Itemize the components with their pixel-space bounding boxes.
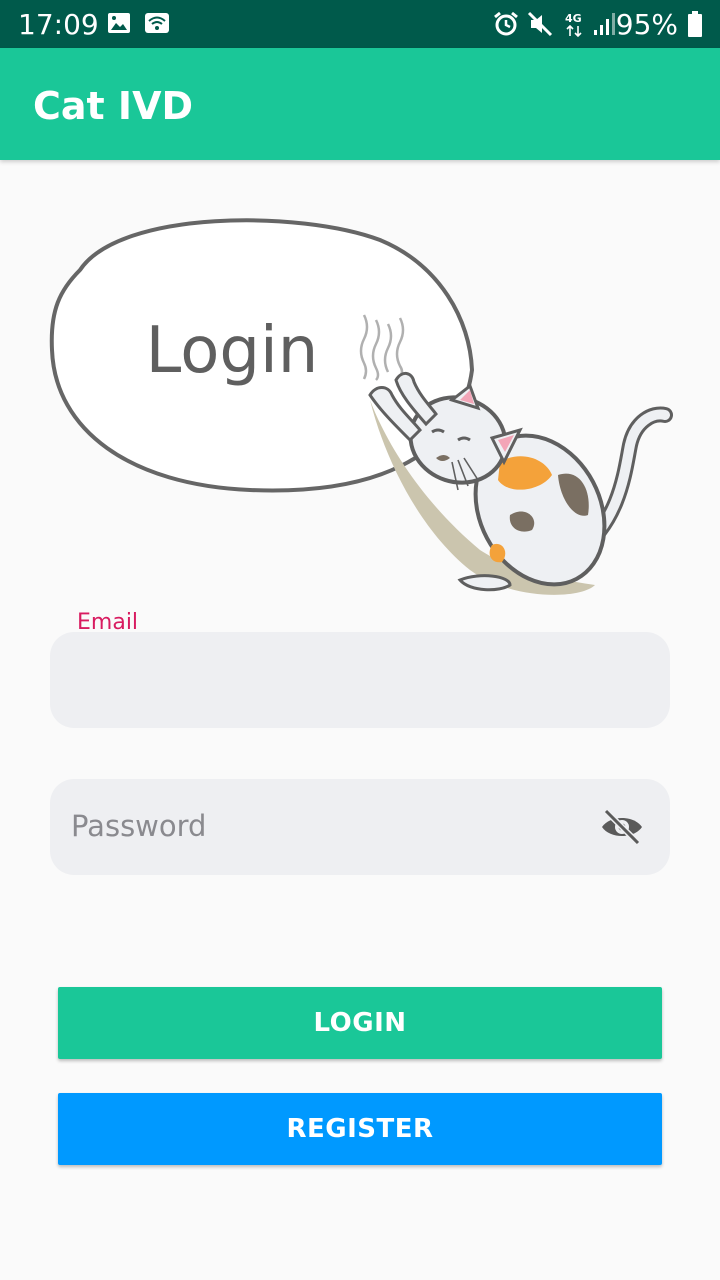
signal-icon xyxy=(594,13,615,35)
register-button[interactable]: REGISTER xyxy=(58,1093,662,1165)
password-placeholder: Password xyxy=(71,809,207,843)
email-field[interactable] xyxy=(50,632,670,728)
login-button[interactable]: LOGIN xyxy=(58,987,662,1059)
status-bar: 17:09 4G 95% xyxy=(0,0,720,48)
svg-text:4G: 4G xyxy=(565,12,582,25)
app-title: Cat IVD xyxy=(33,84,194,128)
alarm-icon xyxy=(494,11,518,36)
network-4g-icon: 4G xyxy=(565,12,582,38)
password-field[interactable]: Password xyxy=(50,779,670,875)
login-cat-illustration: Login xyxy=(49,218,673,595)
mute-icon xyxy=(527,11,553,37)
bubble-text: Login xyxy=(146,314,319,388)
image-icon xyxy=(108,13,130,33)
status-time: 17:09 xyxy=(18,8,99,41)
battery-icon xyxy=(688,11,702,37)
battery-percent: 95% xyxy=(615,8,678,41)
wifi-icon xyxy=(145,13,169,33)
eye-off-icon[interactable] xyxy=(600,807,644,847)
app-bar: Cat IVD xyxy=(0,48,720,160)
